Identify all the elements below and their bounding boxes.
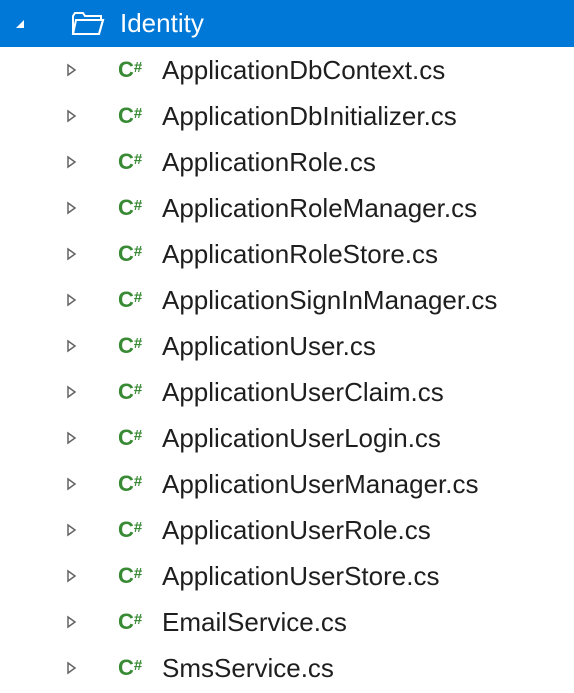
csharp-icon: C# (118, 609, 162, 635)
expand-triangle-icon[interactable] (64, 247, 82, 261)
file-label: SmsService.cs (162, 653, 334, 684)
expand-triangle-icon[interactable] (64, 385, 82, 399)
csharp-icon: C# (118, 149, 162, 175)
csharp-icon: C# (118, 471, 162, 497)
solution-explorer-tree: Identity C#ApplicationDbContext.csC#Appl… (0, 0, 574, 691)
file-row[interactable]: C#ApplicationRoleStore.cs (0, 231, 574, 277)
file-label: EmailService.cs (162, 607, 347, 638)
expand-triangle-icon[interactable] (64, 569, 82, 583)
expand-triangle-icon[interactable] (64, 201, 82, 215)
csharp-icon: C# (118, 57, 162, 83)
expand-triangle-icon[interactable] (64, 293, 82, 307)
file-row[interactable]: C#ApplicationDbInitializer.cs (0, 93, 574, 139)
expand-triangle-icon[interactable] (64, 109, 82, 123)
file-label: ApplicationUserStore.cs (162, 561, 439, 592)
file-row[interactable]: C#ApplicationRoleManager.cs (0, 185, 574, 231)
csharp-icon: C# (118, 103, 162, 129)
folder-row-identity[interactable]: Identity (0, 0, 574, 47)
file-row[interactable]: C#EmailService.cs (0, 599, 574, 645)
expand-triangle-icon[interactable] (64, 615, 82, 629)
file-label: ApplicationUserManager.cs (162, 469, 479, 500)
file-label: ApplicationUserRole.cs (162, 515, 431, 546)
expand-triangle-icon[interactable] (64, 155, 82, 169)
csharp-icon: C# (118, 563, 162, 589)
expand-triangle-icon[interactable] (64, 661, 82, 675)
file-row[interactable]: C#ApplicationDbContext.cs (0, 47, 574, 93)
file-label: ApplicationUserLogin.cs (162, 423, 441, 454)
expand-triangle-icon[interactable] (64, 431, 82, 445)
file-row[interactable]: C#ApplicationUserRole.cs (0, 507, 574, 553)
file-row[interactable]: C#ApplicationUserClaim.cs (0, 369, 574, 415)
folder-open-icon (70, 6, 106, 42)
csharp-icon: C# (118, 655, 162, 681)
file-label: ApplicationDbInitializer.cs (162, 101, 457, 132)
file-row[interactable]: C#ApplicationUserLogin.cs (0, 415, 574, 461)
expand-triangle-icon[interactable] (64, 63, 82, 77)
file-list: C#ApplicationDbContext.csC#ApplicationDb… (0, 47, 574, 691)
file-label: ApplicationUserClaim.cs (162, 377, 444, 408)
folder-label: Identity (120, 8, 204, 39)
csharp-icon: C# (118, 517, 162, 543)
expand-triangle-icon[interactable] (64, 339, 82, 353)
csharp-icon: C# (118, 379, 162, 405)
csharp-icon: C# (118, 195, 162, 221)
file-label: ApplicationSignInManager.cs (162, 285, 497, 316)
csharp-icon: C# (118, 425, 162, 451)
file-row[interactable]: C#ApplicationSignInManager.cs (0, 277, 574, 323)
file-label: ApplicationRoleManager.cs (162, 193, 477, 224)
file-label: ApplicationDbContext.cs (162, 55, 445, 86)
expand-triangle-icon[interactable] (64, 477, 82, 491)
collapse-triangle-icon[interactable] (10, 16, 30, 32)
expand-triangle-icon[interactable] (64, 523, 82, 537)
file-row[interactable]: C#ApplicationUserManager.cs (0, 461, 574, 507)
file-label: ApplicationRoleStore.cs (162, 239, 438, 270)
file-label: ApplicationUser.cs (162, 331, 376, 362)
csharp-icon: C# (118, 241, 162, 267)
file-row[interactable]: C#ApplicationRole.cs (0, 139, 574, 185)
csharp-icon: C# (118, 333, 162, 359)
file-row[interactable]: C#SmsService.cs (0, 645, 574, 691)
file-row[interactable]: C#ApplicationUserStore.cs (0, 553, 574, 599)
file-label: ApplicationRole.cs (162, 147, 376, 178)
file-row[interactable]: C#ApplicationUser.cs (0, 323, 574, 369)
csharp-icon: C# (118, 287, 162, 313)
